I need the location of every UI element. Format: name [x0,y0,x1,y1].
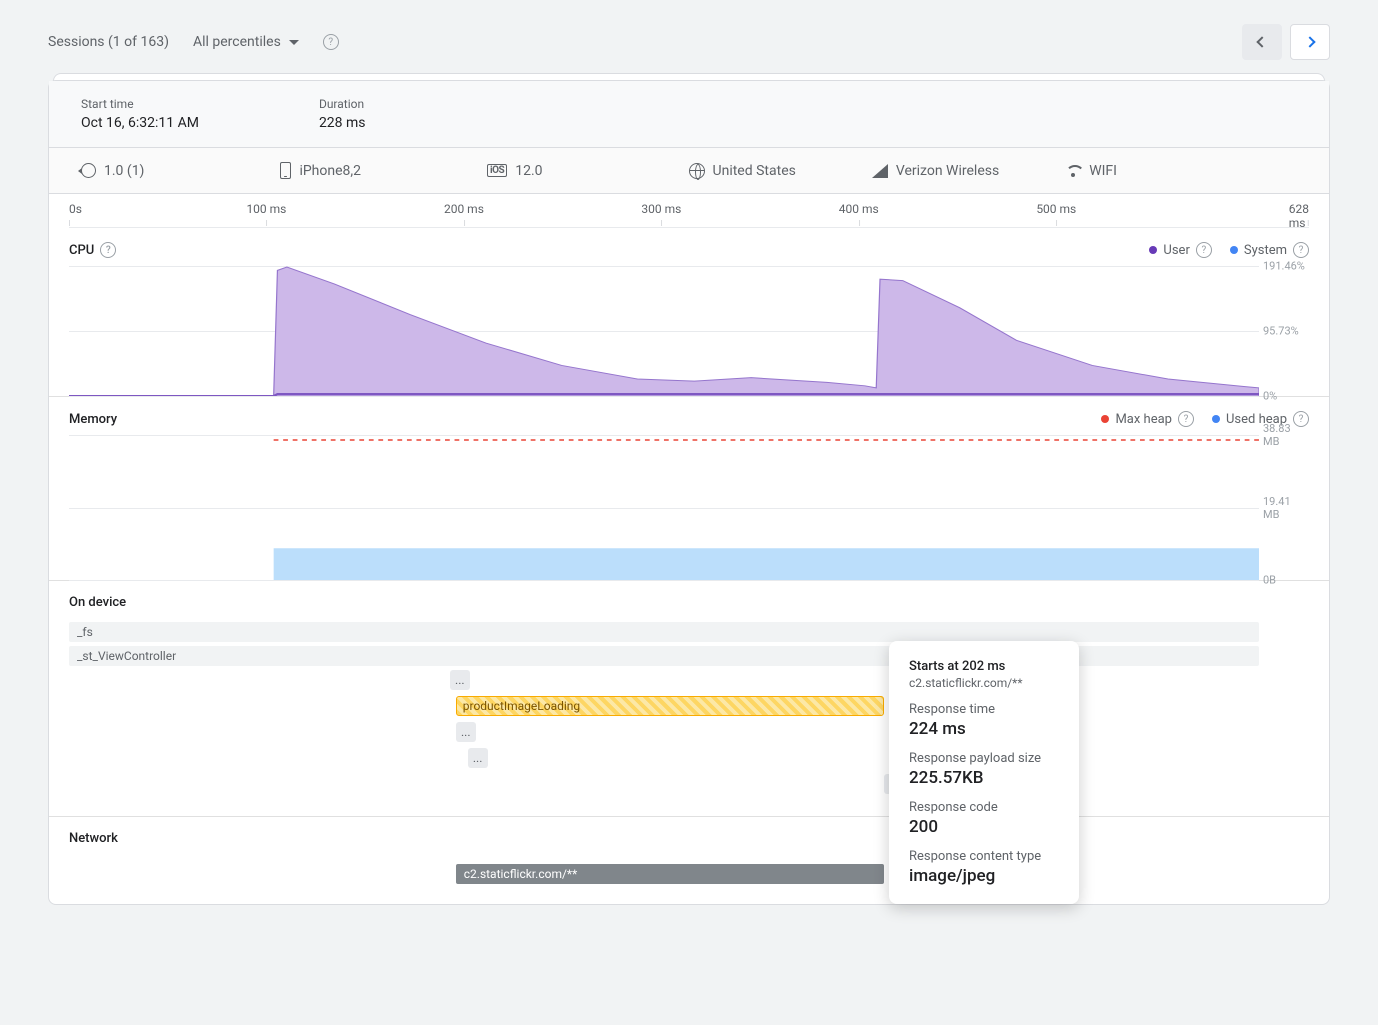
legend-user: User [1163,243,1189,258]
trace-bar-ellipsis[interactable]: ... [456,722,476,742]
tooltip-type-label: Response content type [909,849,1059,864]
tooltip-rt-label: Response time [909,702,1059,717]
help-icon[interactable]: ? [1196,242,1212,258]
duration-label: Duration [319,97,366,111]
mem-ylabel-top: 38.83 MB [1263,422,1309,448]
phone-icon [280,162,291,179]
tooltip-size-value: 225.57KB [909,768,1059,788]
network-request-bar[interactable]: c2.staticflickr.com/** [456,864,884,884]
cpu-chart[interactable]: 191.46% 95.73% 0% [69,266,1259,396]
trace-row-viewcontroller[interactable]: _st_ViewController [69,646,1259,666]
trace-bar-product-image[interactable]: productImageLoading [456,696,884,716]
legend-dot-maxheap [1101,415,1109,423]
trace-bar-ellipsis[interactable]: ... [468,748,488,768]
wifi-icon [1065,165,1081,177]
axis-tick: 0s [69,202,82,216]
help-icon[interactable]: ? [100,242,116,258]
trace-bar-ellipsis[interactable]: ... [450,670,470,690]
tooltip-rt-value: 224 ms [909,719,1059,739]
tooltip-url: c2.staticflickr.com/** [909,676,1059,690]
ondevice-title: On device [69,595,126,610]
legend-dot-usedheap [1212,415,1220,423]
axis-tick: 500 ms [1036,202,1076,216]
network-type: WIFI [1089,163,1117,179]
legend-system: System [1244,243,1287,258]
tooltip-type-value: image/jpeg [909,866,1059,886]
start-time-value: Oct 16, 6:32:11 AM [81,115,199,131]
chevron-right-icon [1304,36,1315,47]
sessions-count: Sessions (1 of 163) [48,34,169,50]
globe-icon [689,163,705,179]
memory-title: Memory [69,412,117,427]
legend-maxheap: Max heap [1115,412,1172,427]
network-title: Network [69,831,118,846]
axis-tick: 400 ms [839,202,879,216]
help-icon[interactable]: ? [323,34,339,50]
history-icon [81,163,96,178]
tooltip-code-label: Response code [909,800,1059,815]
tooltip-size-label: Response payload size [909,751,1059,766]
session-card: Start time Oct 16, 6:32:11 AM Duration 2… [48,80,1330,905]
device-model: iPhone8,2 [299,163,361,179]
country: United States [713,163,796,179]
cpu-area-chart [69,266,1259,396]
axis-tick: 200 ms [444,202,484,216]
carrier: Verizon Wireless [896,163,999,179]
cpu-ylabel-mid: 95.73% [1263,325,1309,338]
network-tooltip: Starts at 202 ms c2.staticflickr.com/** … [889,641,1079,904]
mem-ylabel-mid: 19.41 MB [1263,495,1309,521]
tooltip-title: Starts at 202 ms [909,659,1059,674]
help-icon[interactable]: ? [1178,411,1194,427]
axis-tick: 628 ms [1289,202,1309,230]
ios-icon: iOS [487,164,507,177]
os-version: 12.0 [515,163,542,179]
axis-tick: 300 ms [641,202,681,216]
percentile-dropdown[interactable]: All percentiles [193,34,299,50]
duration-value: 228 ms [319,115,366,131]
start-time-label: Start time [81,97,199,111]
tooltip-code-value: 200 [909,817,1059,837]
percentile-label: All percentiles [193,34,281,50]
axis-tick: 100 ms [246,202,286,216]
app-version: 1.0 (1) [104,163,144,179]
prev-session-button[interactable] [1242,24,1282,60]
memory-chart[interactable]: 38.83 MB 19.41 MB 0B [69,435,1259,580]
signal-icon [872,164,888,178]
legend-dot-user [1149,246,1157,254]
help-icon[interactable]: ? [1293,242,1309,258]
legend-dot-system [1230,246,1238,254]
chevron-down-icon [289,40,299,45]
cpu-title: CPU [69,243,94,258]
next-session-button[interactable] [1290,24,1330,60]
trace-row-fs[interactable]: _fs [69,622,1259,642]
cpu-ylabel-top: 191.46% [1263,260,1309,273]
chevron-left-icon [1256,36,1267,47]
timeline-axis: 0s 100 ms 200 ms 300 ms 400 ms 500 ms 628 ms [69,194,1309,228]
memory-area-chart [69,435,1259,580]
